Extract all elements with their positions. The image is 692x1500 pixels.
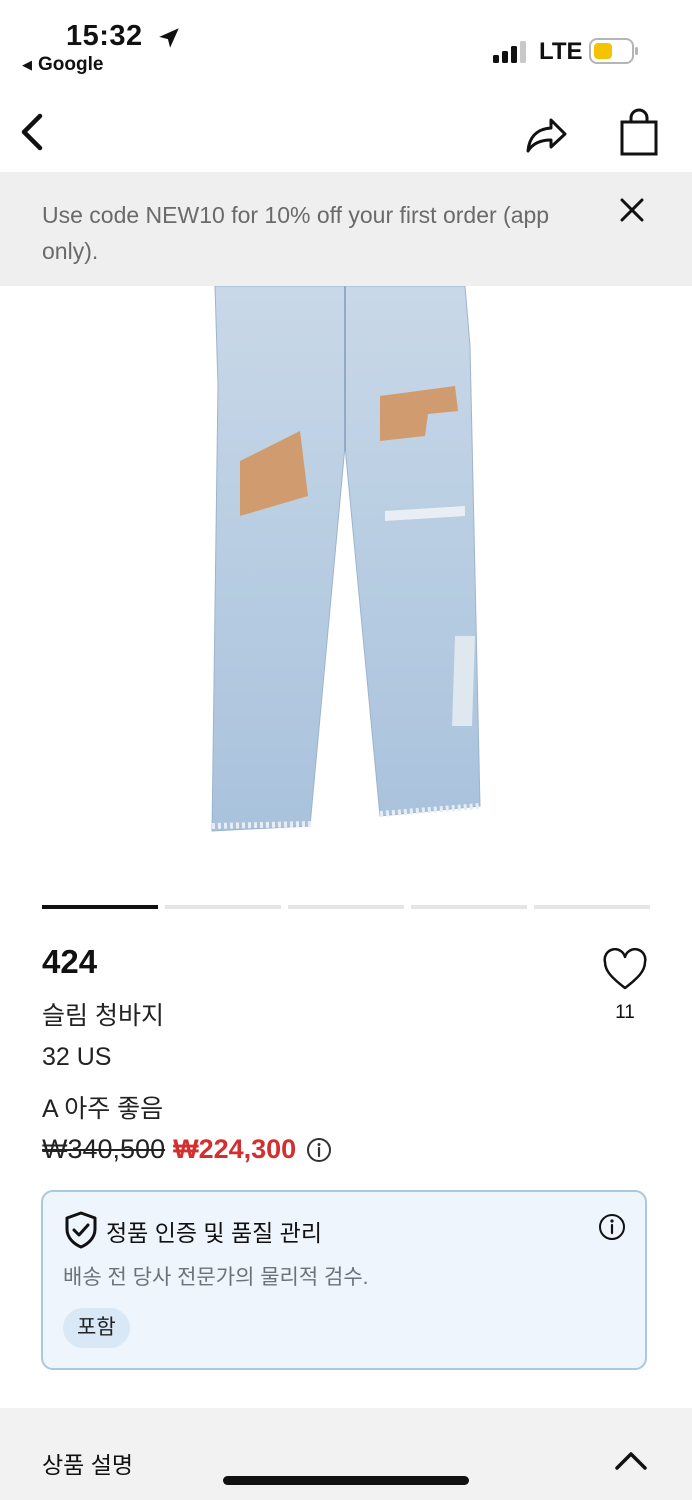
close-icon[interactable]: [614, 192, 650, 228]
included-badge: 포함: [63, 1308, 130, 1348]
carousel-dot-5[interactable]: [534, 905, 650, 909]
product-brand[interactable]: 424: [42, 943, 97, 981]
product-size: 32 US: [42, 1043, 112, 1071]
product-image[interactable]: [200, 286, 500, 846]
location-arrow-icon: [159, 28, 179, 48]
original-price: ₩340,500: [42, 1134, 166, 1164]
network-type: LTE: [539, 38, 583, 65]
back-triangle-icon: ◀: [22, 57, 32, 72]
product-condition: A 아주 좋음: [42, 1095, 164, 1123]
shield-check-icon: [65, 1211, 97, 1249]
info-icon[interactable]: [306, 1137, 332, 1163]
price-row: ₩340,500 ₩224,300: [42, 1134, 332, 1165]
carousel-dot-4[interactable]: [411, 905, 527, 909]
share-icon[interactable]: [521, 110, 573, 158]
heart-icon[interactable]: [602, 948, 648, 992]
back-app-label: Google: [38, 54, 104, 75]
signal-icon: [493, 41, 526, 63]
chevron-up-icon[interactable]: [612, 1446, 650, 1474]
carousel-dot-1[interactable]: [42, 905, 158, 909]
like-count: 11: [615, 1002, 635, 1023]
carousel-dot-3[interactable]: [288, 905, 404, 909]
status-time: 15:32: [66, 20, 143, 52]
product-name: 슬림 청바지: [42, 1002, 164, 1030]
info-icon[interactable]: [598, 1213, 626, 1241]
chevron-left-icon[interactable]: [10, 108, 56, 156]
battery-icon: [589, 38, 638, 64]
promo-text: Use code NEW10 for 10% off your first or…: [42, 202, 550, 264]
home-indicator[interactable]: [223, 1476, 469, 1485]
sale-price: ₩224,300: [173, 1134, 297, 1164]
carousel-dot-2[interactable]: [165, 905, 281, 909]
authenticity-description: 배송 전 당사 전문가의 물리적 검수.: [63, 1266, 369, 1289]
shopping-bag-icon[interactable]: [617, 108, 661, 158]
description-title: 상품 설명: [42, 1452, 134, 1478]
back-to-app-link[interactable]: ◀ Google: [22, 54, 103, 76]
authenticity-title: 정품 인증 및 품질 관리: [106, 1220, 323, 1246]
